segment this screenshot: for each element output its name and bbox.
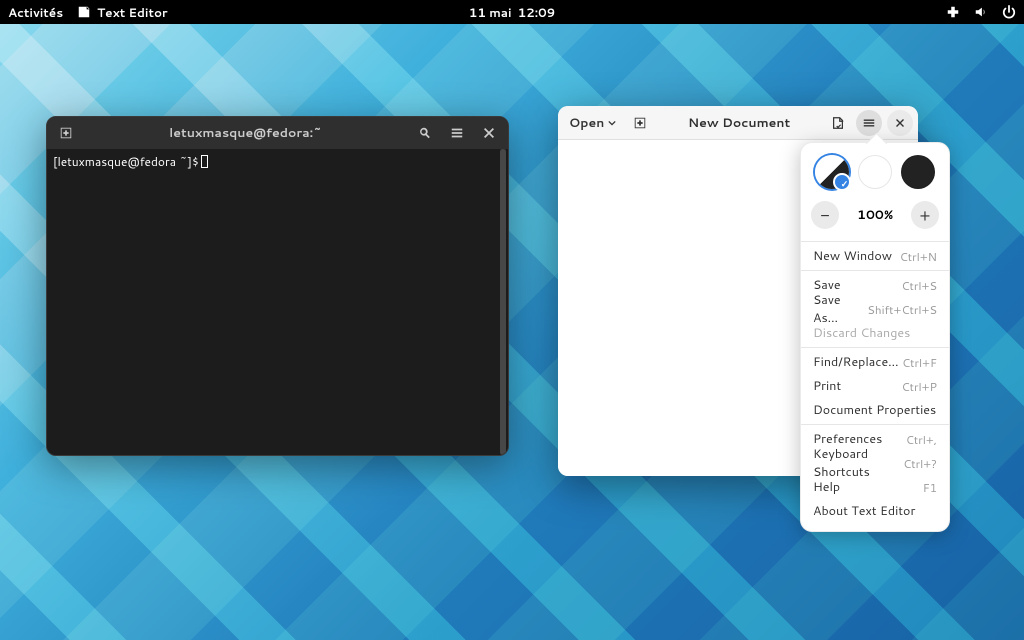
clock[interactable]: 11 mai 12:09 — [469, 4, 555, 21]
date-label: 11 mai — [469, 4, 512, 21]
menu-print[interactable]: Print Ctrl+P — [807, 374, 943, 398]
zoom-control: − 100% + — [807, 197, 943, 239]
menu-keyboard-shortcuts[interactable]: Keyboard Shortcuts Ctrl+? — [807, 451, 943, 475]
focused-app-indicator[interactable]: Text Editor — [77, 4, 167, 21]
menu-about[interactable]: About Text Editor — [807, 499, 943, 523]
terminal-body[interactable]: [letuxmasque@fedora ~]$ — [47, 149, 508, 455]
terminal-cursor — [201, 155, 208, 168]
terminal-prompt: [letuxmasque@fedora ~]$ — [53, 153, 199, 170]
main-menu-popover: − 100% + New Window Ctrl+N Save Ctrl+S S… — [800, 142, 950, 532]
sidebar-toggle-button[interactable] — [825, 110, 851, 136]
search-button[interactable] — [412, 120, 438, 146]
menu-separator — [801, 270, 949, 271]
menu-save-as[interactable]: Save As… Shift+Ctrl+S — [807, 297, 943, 321]
menu-separator — [801, 241, 949, 242]
plus-square-icon — [59, 126, 73, 140]
new-tab-button[interactable] — [627, 110, 653, 136]
time-label: 12:09 — [518, 4, 556, 21]
menu-accel: Ctrl+S — [901, 277, 937, 294]
editor-titlebar[interactable]: Open New Document — [558, 106, 918, 140]
volume-icon — [974, 5, 988, 19]
close-icon — [893, 116, 907, 130]
text-editor-icon — [77, 5, 91, 19]
zoom-value: 100% — [857, 206, 893, 224]
document-title: New Document — [658, 114, 820, 132]
close-button[interactable] — [476, 120, 502, 146]
menu-label: Print — [813, 377, 841, 395]
power-icon — [1002, 5, 1016, 19]
menu-document-properties[interactable]: Document Properties — [807, 398, 943, 422]
close-icon — [482, 126, 496, 140]
theme-light-button[interactable] — [858, 155, 892, 189]
theme-dark-button[interactable] — [901, 155, 935, 189]
activities-button[interactable]: Activités — [8, 4, 63, 21]
hamburger-icon — [862, 116, 876, 130]
menu-accel: Ctrl+? — [903, 455, 937, 472]
terminal-title: letuxmasque@fedora:~ — [85, 124, 406, 142]
menu-accel: F1 — [923, 479, 937, 496]
menu-label: Help — [813, 478, 840, 496]
menu-accel: Ctrl+, — [906, 431, 937, 448]
system-status-area[interactable] — [946, 5, 1016, 19]
focused-app-label: Text Editor — [97, 4, 167, 21]
menu-label: Discard Changes — [813, 324, 910, 342]
main-menu-button[interactable] — [856, 110, 882, 136]
zoom-in-button[interactable]: + — [911, 201, 939, 229]
menu-find-replace[interactable]: Find/Replace… Ctrl+F — [807, 350, 943, 374]
terminal-scrollbar[interactable] — [500, 149, 506, 455]
menu-separator — [801, 347, 949, 348]
menu-accel: Ctrl+F — [902, 354, 937, 371]
menu-accel: Ctrl+P — [901, 378, 937, 395]
network-icon — [946, 5, 960, 19]
menu-label: New Window — [813, 247, 892, 265]
chevron-down-icon — [608, 119, 616, 127]
zoom-out-button[interactable]: − — [811, 201, 839, 229]
menu-new-window[interactable]: New Window Ctrl+N — [807, 244, 943, 268]
menu-label: About Text Editor — [813, 502, 915, 520]
theme-system-button[interactable] — [815, 155, 849, 189]
scrollbar-thumb[interactable] — [500, 149, 506, 455]
menu-label: Save As… — [813, 291, 867, 327]
close-button[interactable] — [887, 110, 913, 136]
menu-accel: Ctrl+N — [900, 248, 937, 265]
menu-label: Keyboard Shortcuts — [813, 445, 903, 481]
theme-selector — [807, 153, 943, 197]
menu-label: Find/Replace… — [813, 353, 899, 371]
terminal-titlebar[interactable]: letuxmasque@fedora:~ — [47, 117, 508, 149]
top-bar: Activités Text Editor 11 mai 12:09 — [0, 0, 1024, 24]
hamburger-button[interactable] — [444, 120, 470, 146]
page-icon — [831, 116, 845, 130]
open-button[interactable]: Open — [563, 110, 622, 136]
plus-square-icon — [633, 116, 647, 130]
open-label: Open — [569, 114, 604, 132]
menu-label: Document Properties — [813, 401, 936, 419]
menu-separator — [801, 424, 949, 425]
terminal-window: letuxmasque@fedora:~ [letuxmasque@fedora… — [46, 116, 509, 456]
menu-accel: Shift+Ctrl+S — [867, 301, 937, 318]
hamburger-icon — [450, 126, 464, 140]
new-tab-button[interactable] — [53, 120, 79, 146]
search-icon — [418, 126, 432, 140]
menu-discard-changes: Discard Changes — [807, 321, 943, 345]
